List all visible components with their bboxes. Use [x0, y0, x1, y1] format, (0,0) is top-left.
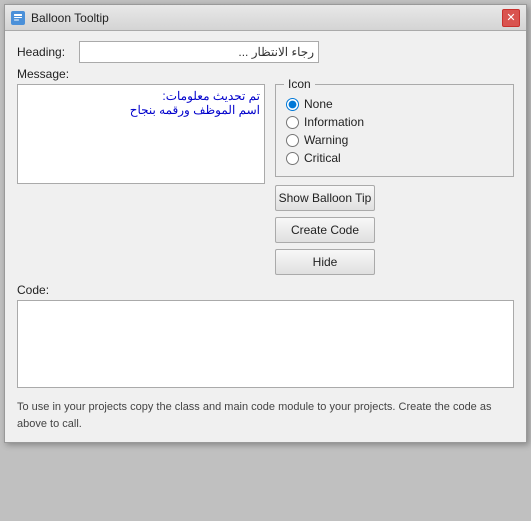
- radio-critical-label[interactable]: Critical: [304, 151, 341, 165]
- code-section: Code:: [17, 283, 514, 391]
- radio-warning[interactable]: [286, 134, 299, 147]
- message-label: Message:: [17, 67, 514, 81]
- content-area: تم تحديث معلومات: اسم الموظف ورقمه بنجاح…: [17, 84, 514, 275]
- radio-row-warning: Warning: [286, 133, 503, 147]
- heading-input[interactable]: [79, 41, 319, 63]
- title-bar-left: Balloon Tooltip: [11, 11, 109, 25]
- close-button[interactable]: ✕: [502, 9, 520, 27]
- radio-row-critical: Critical: [286, 151, 503, 165]
- radio-information-label[interactable]: Information: [304, 115, 364, 129]
- hide-button[interactable]: Hide: [275, 249, 375, 275]
- message-textarea[interactable]: تم تحديث معلومات: اسم الموظف ورقمه بنجاح: [17, 84, 265, 184]
- radio-warning-label[interactable]: Warning: [304, 133, 348, 147]
- window-body: Heading: Message: تم تحديث معلومات: اسم …: [5, 31, 526, 442]
- heading-label: Heading:: [17, 45, 79, 59]
- code-textarea[interactable]: [17, 300, 514, 388]
- right-panel: Icon None Information Warning: [275, 84, 514, 275]
- radio-critical[interactable]: [286, 152, 299, 165]
- radio-none[interactable]: [286, 98, 299, 111]
- icon-group: Icon None Information Warning: [275, 84, 514, 177]
- title-bar: Balloon Tooltip ✕: [5, 5, 526, 31]
- main-window: Balloon Tooltip ✕ Heading: Message: تم ت…: [4, 4, 527, 443]
- radio-row-none: None: [286, 97, 503, 111]
- icon-group-legend: Icon: [284, 77, 315, 91]
- radio-row-information: Information: [286, 115, 503, 129]
- radio-information[interactable]: [286, 116, 299, 129]
- window-icon: [11, 11, 25, 25]
- button-panel: Show Balloon Tip Create Code Hide: [275, 185, 514, 275]
- window-title: Balloon Tooltip: [31, 11, 109, 25]
- show-balloon-tip-button[interactable]: Show Balloon Tip: [275, 185, 375, 211]
- create-code-button[interactable]: Create Code: [275, 217, 375, 243]
- code-label: Code:: [17, 283, 514, 297]
- footer-text: To use in your projects copy the class a…: [17, 399, 514, 432]
- heading-row: Heading:: [17, 41, 514, 63]
- radio-none-label[interactable]: None: [304, 97, 333, 111]
